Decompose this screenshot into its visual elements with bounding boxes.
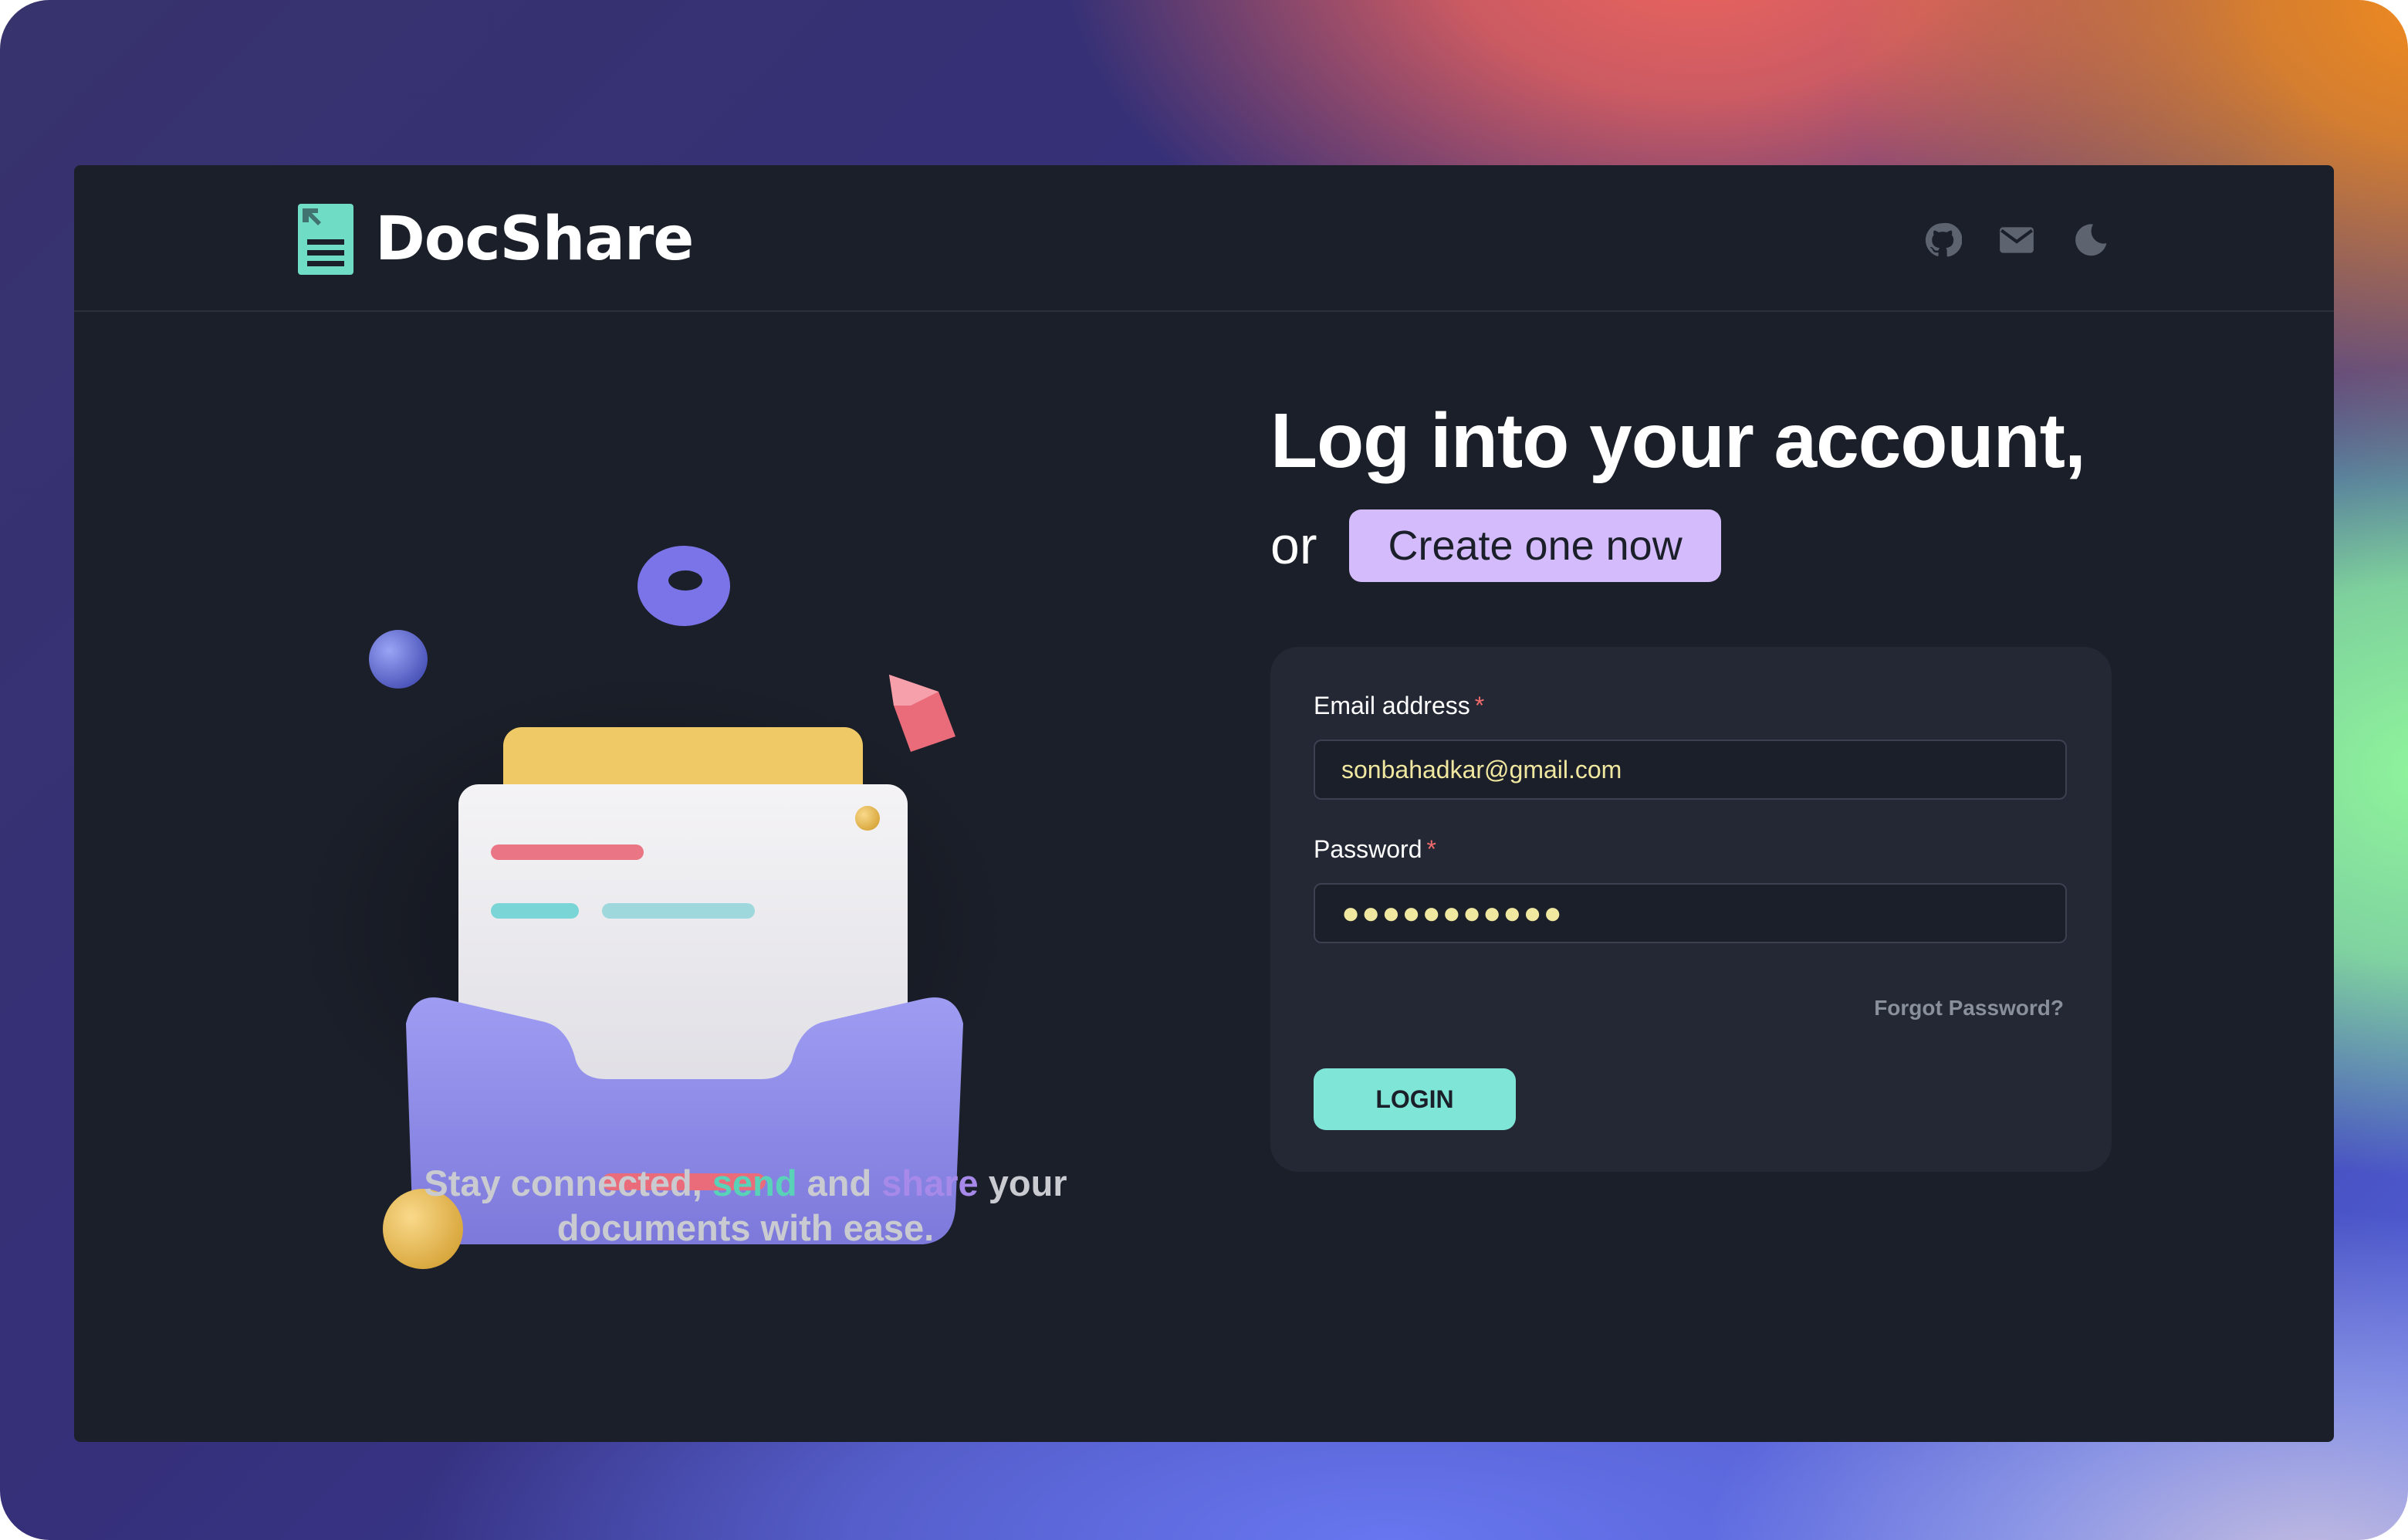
tagline-text: your [978,1163,1067,1203]
document-drawer-illustration [298,546,1000,1269]
mail-icon[interactable] [1997,221,2036,259]
tagline-text: Stay connected, [424,1163,712,1203]
required-marker: * [1426,835,1436,863]
moon-icon[interactable] [2071,221,2110,259]
email-label: Email address * [1314,692,1484,720]
tagline-line2: documents with ease. [556,1207,935,1248]
tagline-share: share [881,1163,979,1203]
email-label-text: Email address [1314,692,1470,719]
app-window: DocShare Stay connected, send and share … [74,165,2334,1442]
password-label-text: Password [1314,835,1422,863]
create-account-button[interactable]: Create one now [1349,509,1721,582]
document-logo-icon [298,204,353,275]
page-title: Log into your account, [1270,398,2086,484]
or-label: or [1270,516,1317,575]
login-button[interactable]: LOGIN [1314,1068,1516,1130]
required-marker: * [1474,692,1485,719]
create-account-row: or Create one now [1270,509,1721,583]
email-field[interactable] [1314,740,2067,800]
gradient-background: DocShare Stay connected, send and share … [0,0,2408,1540]
brand-logo[interactable]: DocShare [298,202,694,276]
tagline-send: send [712,1163,797,1203]
github-icon[interactable] [1923,221,1962,259]
top-header: DocShare [74,165,2334,312]
password-field[interactable] [1314,883,2067,943]
tagline-text: and [796,1163,882,1203]
header-actions [1923,221,2110,259]
tagline: Stay connected, send and share your docu… [321,1161,1170,1251]
forgot-password-link[interactable]: Forgot Password? [1874,996,2064,1020]
login-form-card: Email address* Password* Forgot Password… [1270,647,2112,1172]
brand-name: DocShare [375,205,694,274]
password-label: Password * [1314,835,1436,864]
